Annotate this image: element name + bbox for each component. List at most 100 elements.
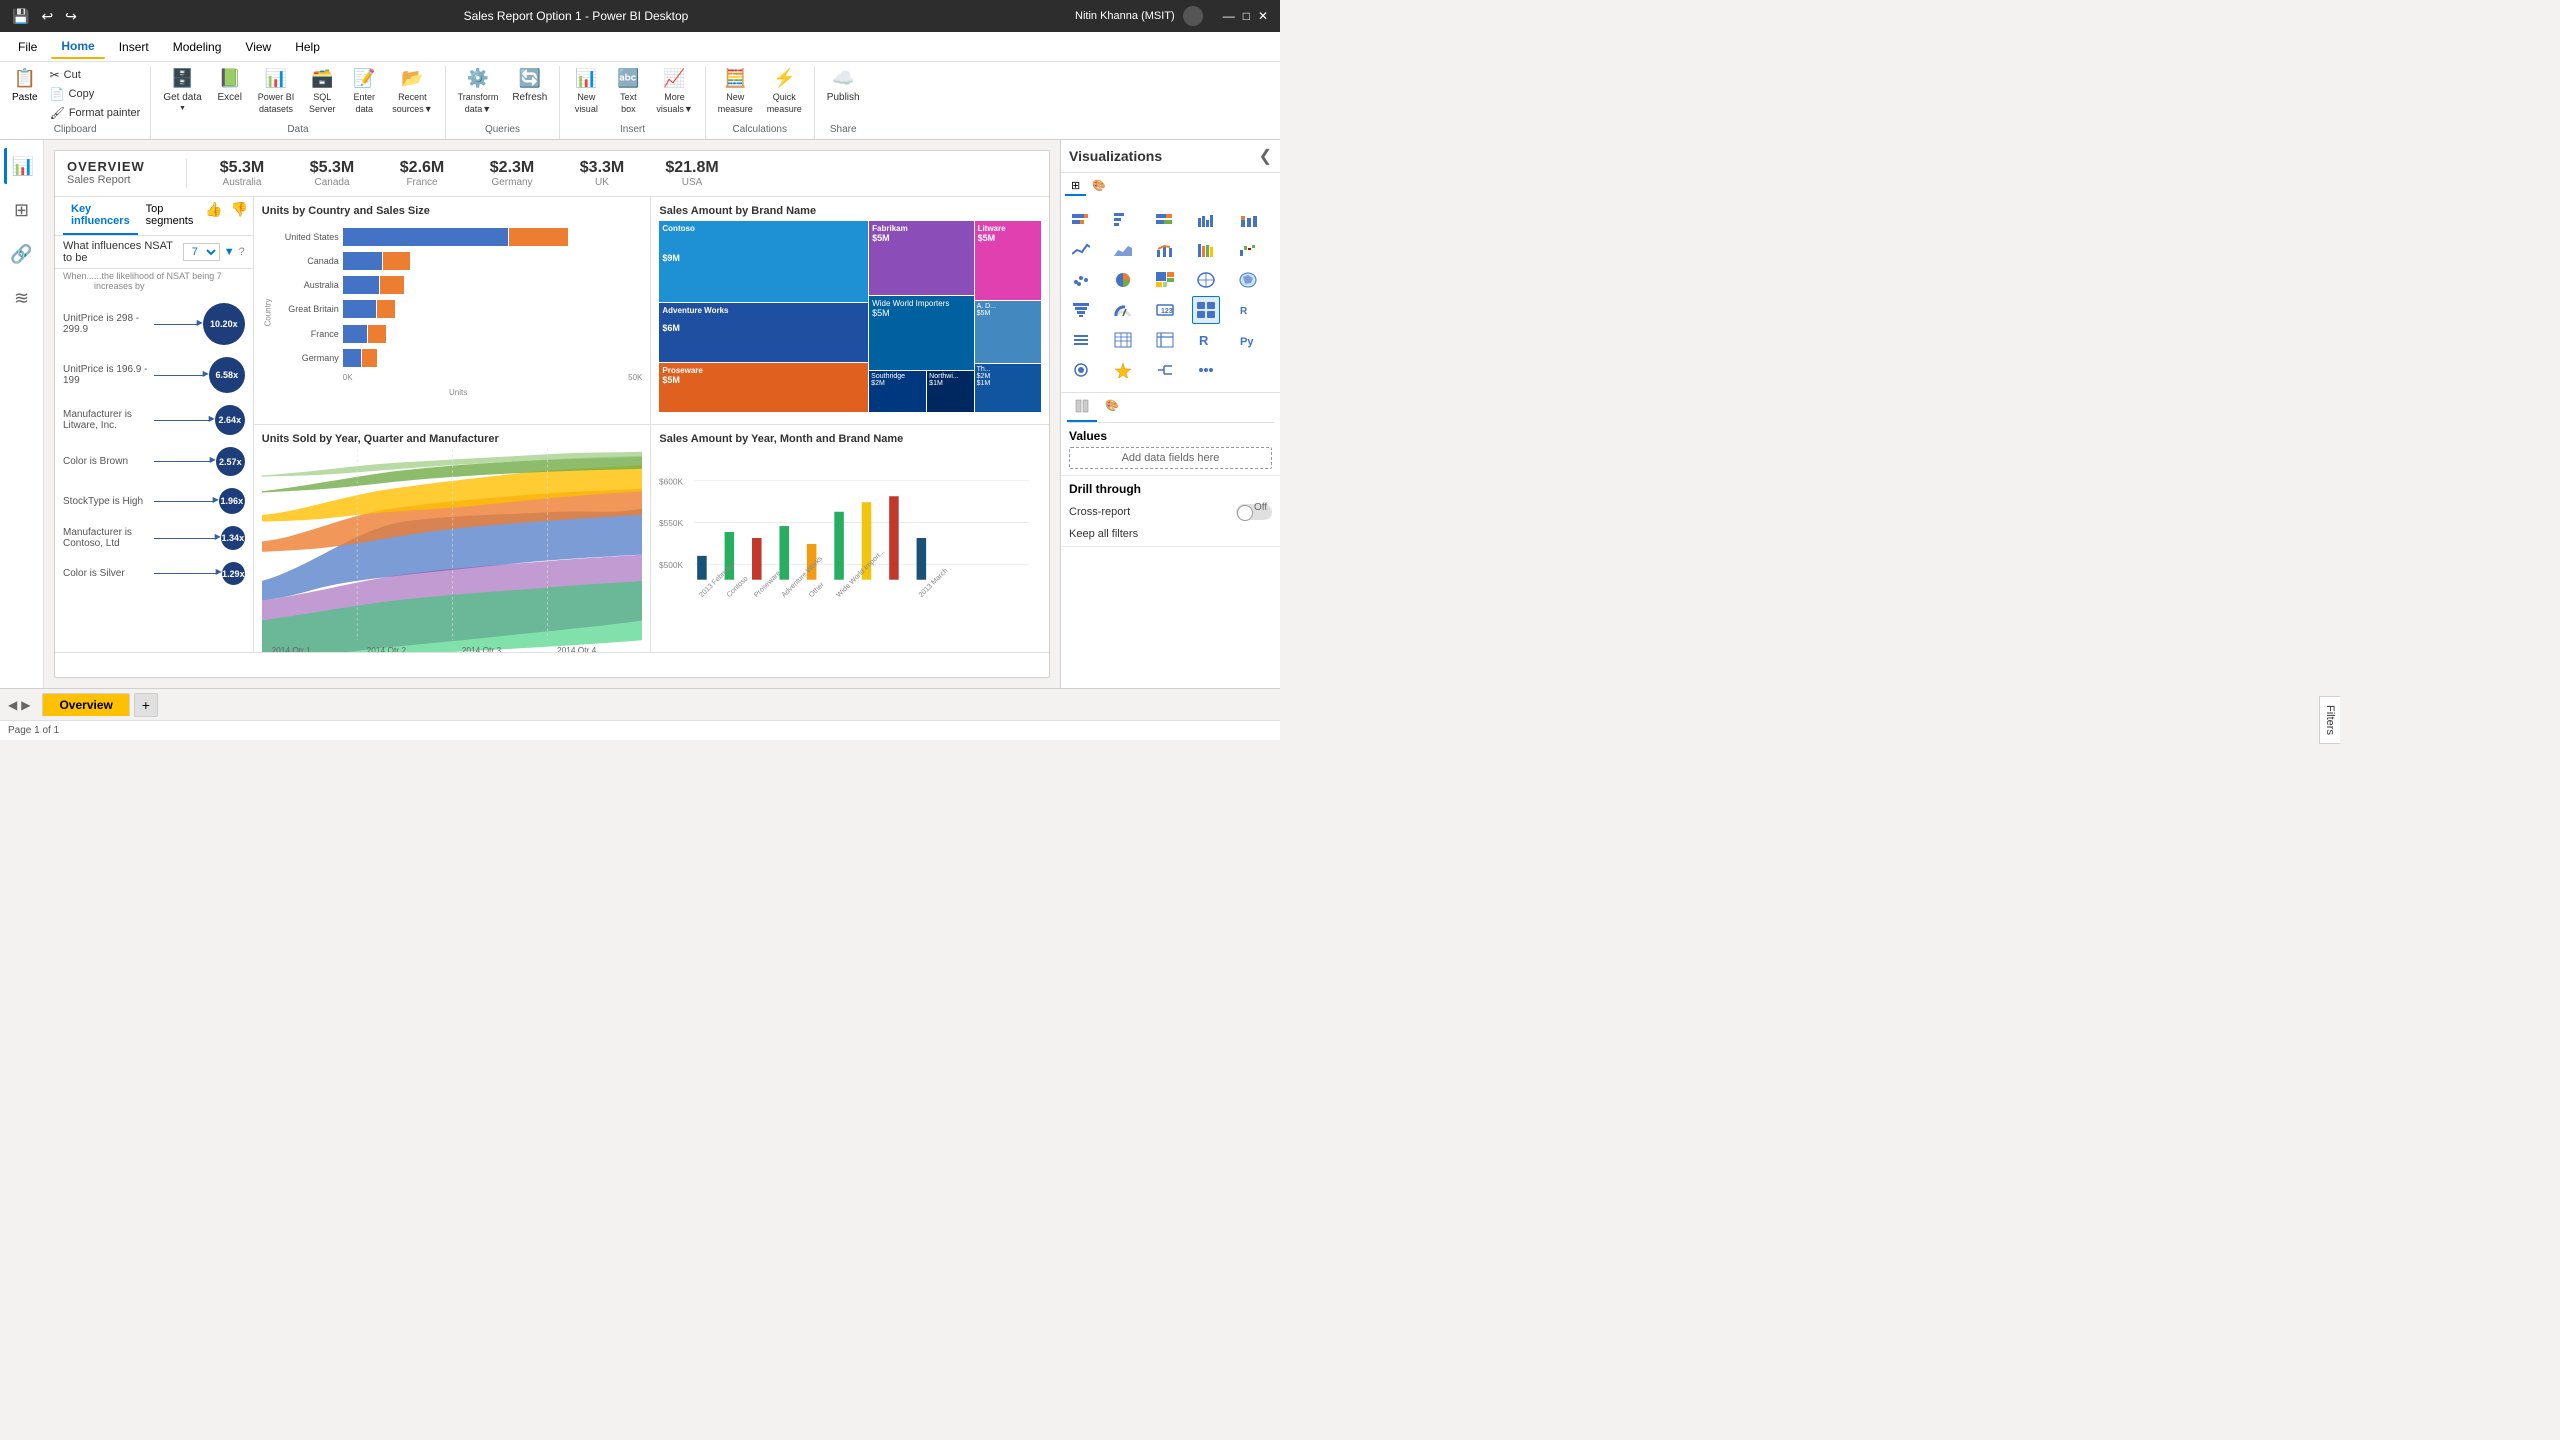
window-controls-left[interactable]: 💾 ↩ ↪ (12, 8, 77, 25)
ki-thumbup-icon[interactable]: 👍 (201, 197, 226, 235)
excel-button[interactable]: 📗 Excel (210, 66, 250, 105)
viz-icon-arcgis[interactable] (1067, 356, 1095, 384)
undo-icon[interactable]: ↩ (41, 8, 53, 25)
page-tab-add-button[interactable]: + (134, 693, 158, 717)
text-box-button[interactable]: 🔤 Text box (608, 66, 648, 116)
viz-icon-ai-insights[interactable] (1109, 356, 1137, 384)
viz-icon-clustered-column[interactable] (1192, 206, 1220, 234)
nav-data-icon[interactable]: ⊞ (4, 192, 40, 228)
refresh-button[interactable]: 🔄 Refresh (506, 66, 553, 105)
viz-icon-funnel[interactable] (1067, 296, 1095, 324)
viz-icon-stacked-bar[interactable] (1067, 206, 1095, 234)
viz-icon-kpi[interactable]: R (1234, 296, 1262, 324)
viz-icon-slicer[interactable] (1067, 326, 1095, 354)
copy-button[interactable]: 📄 Copy (46, 85, 145, 103)
viz-panel-collapse-icon[interactable]: ❮ (1259, 146, 1272, 166)
nav-model-icon[interactable]: 🔗 (4, 236, 40, 272)
build-tab[interactable] (1067, 395, 1097, 422)
paste-button[interactable]: 📋 Paste (6, 66, 44, 105)
ki-dropdown-icon[interactable]: ▼ (224, 246, 235, 258)
viz-icon-gauge[interactable] (1109, 296, 1137, 324)
power-bi-datasets-button[interactable]: 📊 Power BI datasets (252, 66, 301, 116)
viz-icon-matrix[interactable] (1151, 326, 1179, 354)
enter-data-button[interactable]: 📝 Enter data (344, 66, 384, 116)
add-fields-button[interactable]: Add data fields here (1069, 447, 1272, 469)
ki-tab-segments[interactable]: Top segments (138, 197, 202, 235)
ki-bar-line (154, 501, 215, 502)
save-icon[interactable]: 💾 (12, 8, 29, 25)
redo-icon[interactable]: ↪ (65, 8, 77, 25)
publish-button[interactable]: ☁️ Publish (821, 66, 866, 105)
new-measure-button[interactable]: 🧮 New measure (712, 66, 759, 116)
format-painter-button[interactable]: 🖌 Format painter (46, 104, 145, 122)
overview-header: OVERVIEW Sales Report $5.3M Australia $5… (55, 151, 1049, 197)
viz-icon-line-bar[interactable] (1151, 236, 1179, 264)
nav-report-icon[interactable]: 📊 (4, 148, 40, 184)
page-tab-overview[interactable]: Overview (42, 693, 129, 716)
viz-icon-multirow-card[interactable] (1192, 296, 1220, 324)
ribbon-section-clipboard: 📋 Paste ✂ Cut 📄 Copy 🖌 Format painter Cl… (0, 66, 151, 139)
tm-litware: Litware $5M (975, 221, 1041, 300)
menu-home[interactable]: Home (51, 35, 104, 59)
quick-measure-button[interactable]: ⚡ Quick measure (761, 66, 808, 116)
ki-tab-influencers[interactable]: Key influencers (63, 197, 138, 235)
viz-icon-more[interactable] (1192, 356, 1220, 384)
close-button[interactable]: ✕ (1258, 9, 1268, 23)
viz-icon-100pct-bar[interactable] (1151, 206, 1179, 234)
viz-icon-filled-map[interactable] (1234, 266, 1262, 294)
viz-icon-treemap[interactable] (1151, 266, 1179, 294)
new-visual-button[interactable]: 📊 New visual (566, 66, 606, 116)
svg-text:123: 123 (1161, 308, 1173, 315)
main-layout: 📊 ⊞ 🔗 ≋ OVERVIEW Sales Report $5.3M Aust… (0, 140, 1280, 688)
maximize-button[interactable]: □ (1243, 9, 1250, 23)
menu-insert[interactable]: Insert (109, 36, 159, 58)
viz-icon-r-visual[interactable]: R (1192, 326, 1220, 354)
viz-icon-map[interactable] (1192, 266, 1220, 294)
page-prev-arrow[interactable]: ◀ (8, 698, 17, 712)
ki-help-icon[interactable]: ? (239, 246, 245, 258)
more-visuals-button[interactable]: 📈 More visuals▼ (650, 66, 698, 116)
menu-help[interactable]: Help (285, 36, 330, 58)
menu-view[interactable]: View (235, 36, 281, 58)
viz-icon-table[interactable] (1109, 326, 1137, 354)
ki-thumbdown-icon[interactable]: 👎 (227, 197, 252, 235)
viz-icon-scatter[interactable] (1067, 266, 1095, 294)
svg-text:R: R (1240, 306, 1248, 317)
viz-icon-decomp-tree[interactable] (1151, 356, 1179, 384)
viz-icon-python-visual[interactable]: Py (1234, 326, 1262, 354)
svg-text:R: R (1199, 333, 1209, 348)
ki-bubble: 2.57x (216, 447, 245, 476)
viz-icon-ribbon[interactable] (1192, 236, 1220, 264)
viz-format-tab[interactable]: 🎨 (1086, 177, 1112, 196)
cut-button[interactable]: ✂ Cut (46, 66, 145, 84)
menu-file[interactable]: File (8, 36, 47, 58)
bar-row: Canada (274, 252, 643, 270)
viz-icon-card[interactable]: 123 (1151, 296, 1179, 324)
menu-modeling[interactable]: Modeling (163, 36, 232, 58)
ki-row: Manufacturer is Litware, Inc. 2.64x (55, 399, 253, 441)
viz-icon-line[interactable] (1067, 236, 1095, 264)
minimize-button[interactable]: — (1223, 9, 1235, 23)
sql-server-button[interactable]: 🗃️ SQL Server (302, 66, 342, 116)
keep-all-filters-label: Keep all filters (1069, 528, 1272, 540)
ki-tabs: Key influencers Top segments 👍 👎 (55, 197, 253, 236)
viz-icon-area[interactable] (1109, 236, 1137, 264)
transform-data-button[interactable]: ⚙️ Transform data▼ (452, 66, 505, 116)
nav-dax-icon[interactable]: ≋ (4, 280, 40, 316)
window-controls-right[interactable]: Nitin Khanna (MSIT) — □ ✕ (1075, 6, 1268, 26)
viz-icon-waterfall[interactable] (1234, 236, 1262, 264)
ki-value-select[interactable]: 7 (183, 243, 220, 261)
left-nav: 📊 ⊞ 🔗 ≋ (0, 140, 44, 688)
ki-bar-line (154, 573, 218, 574)
kpi-france: $2.6M France (387, 159, 457, 188)
format-tab[interactable]: 🎨 (1097, 395, 1127, 422)
cross-report-toggle[interactable]: Off (1236, 504, 1272, 520)
get-data-button[interactable]: 🗄️ Get data ▼ (157, 66, 207, 114)
filters-tab[interactable]: Filters (2319, 696, 2340, 744)
page-next-arrow[interactable]: ▶ (21, 698, 30, 712)
viz-build-tab[interactable]: ⊞ (1065, 177, 1086, 196)
viz-icon-stacked-column[interactable] (1234, 206, 1262, 234)
recent-sources-button[interactable]: 📂 Recent sources▼ (386, 66, 438, 116)
viz-icon-pie[interactable] (1109, 266, 1137, 294)
viz-icon-clustered-bar[interactable] (1109, 206, 1137, 234)
